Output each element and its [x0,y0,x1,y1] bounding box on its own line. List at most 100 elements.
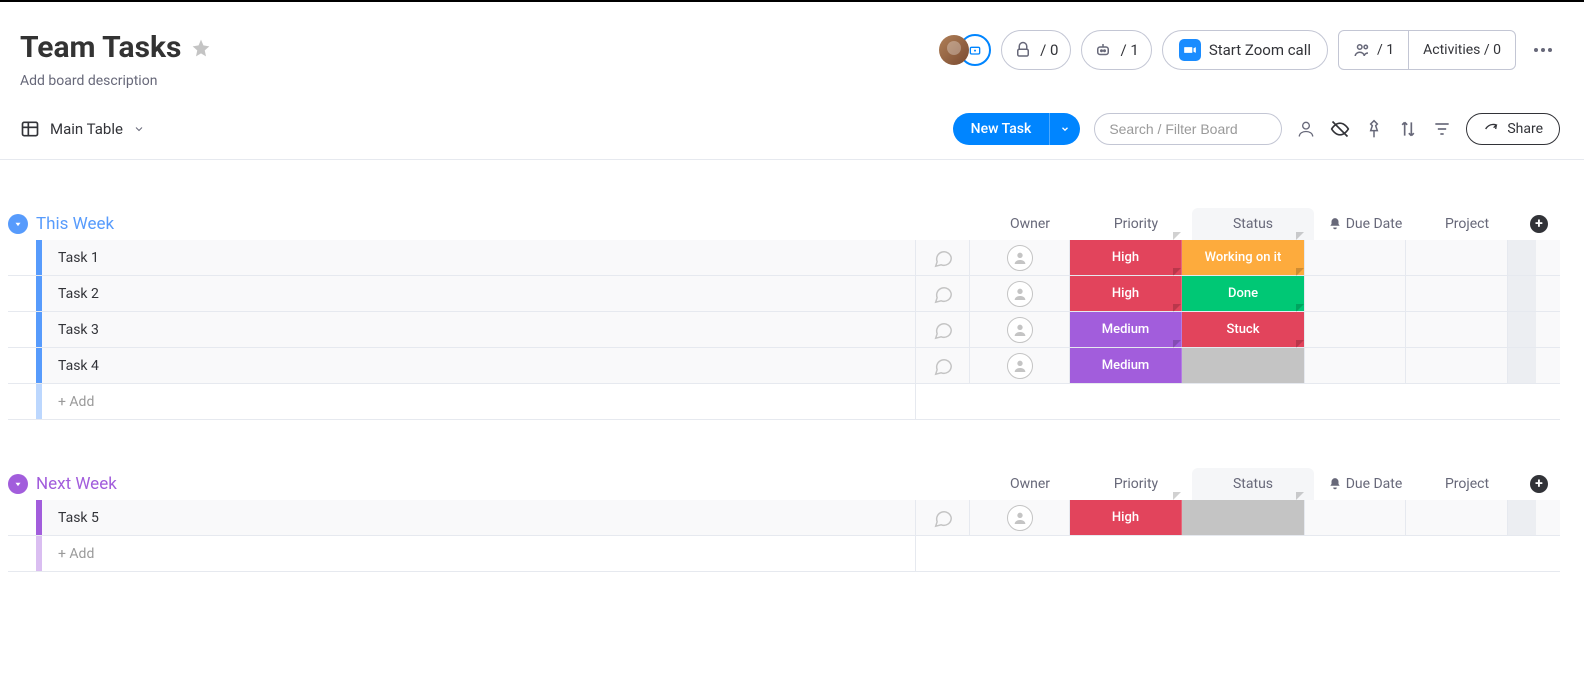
group-color-stripe [36,536,42,571]
priority-cell[interactable]: High [1070,240,1182,275]
due-date-cell[interactable] [1304,312,1406,347]
search-input[interactable] [1094,113,1282,145]
column-header-owner[interactable]: Owner [980,476,1080,492]
group-header: This Week OwnerPriorityStatusDue DateProj… [8,208,1560,240]
task-conversation-icon[interactable] [916,240,970,275]
status-cell[interactable]: Done [1182,276,1304,311]
new-task-dropdown[interactable] [1049,113,1080,145]
share-button[interactable]: Share [1466,113,1560,145]
automations-button[interactable]: / 1 [1081,30,1151,70]
task-conversation-icon[interactable] [916,312,970,347]
empty-avatar-icon [1007,281,1033,307]
priority-cell[interactable]: High [1070,276,1182,311]
due-date-cell[interactable] [1304,500,1406,535]
group-this_week: This Week OwnerPriorityStatusDue DateProj… [8,208,1560,420]
table-row: Task 4 Medium [8,348,1560,384]
column-header-due-date[interactable]: Due Date [1314,476,1416,492]
status-cell[interactable]: Working on it [1182,240,1304,275]
due-date-cell[interactable] [1304,276,1406,311]
column-headers: OwnerPriorityStatusDue DateProject+ [980,208,1560,240]
table-row: Task 1 HighWorking on it [8,240,1560,276]
person-filter-icon[interactable] [1296,119,1316,139]
column-header-priority[interactable]: Priority [1080,476,1192,492]
column-header-priority[interactable]: Priority [1080,216,1192,232]
task-conversation-icon[interactable] [916,500,970,535]
favorite-star-icon[interactable] [191,38,211,58]
priority-cell[interactable]: Medium [1070,312,1182,347]
chevron-down-icon [133,123,145,135]
pin-icon[interactable] [1364,119,1384,139]
row-tail [1508,276,1536,311]
row-tail [1508,312,1536,347]
task-name-cell[interactable]: Task 3 [42,312,916,347]
status-cell[interactable] [1182,348,1304,383]
add-column-button[interactable]: + [1518,215,1560,233]
share-icon [1483,121,1499,137]
column-header-owner[interactable]: Owner [980,216,1080,232]
column-header-due-date[interactable]: Due Date [1314,216,1416,232]
owner-cell[interactable] [970,312,1070,347]
add-task-row[interactable]: + Add [8,536,1560,572]
project-cell[interactable] [1406,312,1508,347]
status-cell[interactable] [1182,500,1304,535]
board-title[interactable]: Team Tasks [20,30,181,65]
integrations-count: / 0 [1040,41,1058,59]
integrations-button[interactable]: / 0 [1001,30,1071,70]
new-task-button[interactable]: New Task [953,113,1081,145]
row-tail [1508,500,1536,535]
table-icon [20,119,40,139]
task-name-cell[interactable]: Task 1 [42,240,916,275]
sort-icon[interactable] [1398,119,1418,139]
new-task-main[interactable]: New Task [953,113,1050,145]
activities-button[interactable]: Activities / 0 [1409,31,1515,69]
view-switcher[interactable]: Main Table [20,119,145,139]
owner-cell[interactable] [970,348,1070,383]
group-next_week: Next Week OwnerPriorityStatusDue DateProj… [8,468,1560,572]
board-toolbar: Main Table New Task Share [0,89,1584,160]
group-collapse-toggle[interactable] [8,474,28,494]
project-cell[interactable] [1406,276,1508,311]
board-owner-avatar[interactable] [939,34,991,66]
board-header: Team Tasks Add board description / 0 / 1 [0,2,1584,89]
project-cell[interactable] [1406,348,1508,383]
add-column-button[interactable]: + [1518,475,1560,493]
column-headers: OwnerPriorityStatusDue DateProject+ [980,468,1560,500]
task-name-cell[interactable]: Task 2 [42,276,916,311]
priority-cell[interactable]: High [1070,500,1182,535]
task-conversation-icon[interactable] [916,348,970,383]
due-date-cell[interactable] [1304,348,1406,383]
add-task-row[interactable]: + Add [8,384,1560,420]
hide-columns-icon[interactable] [1330,119,1350,139]
owner-cell[interactable] [970,240,1070,275]
task-name-cell[interactable]: Task 4 [42,348,916,383]
group-collapse-toggle[interactable] [8,214,28,234]
add-task-label[interactable]: + Add [42,536,916,571]
zoom-call-button[interactable]: Start Zoom call [1162,30,1328,70]
priority-cell[interactable]: Medium [1070,348,1182,383]
add-task-label[interactable]: + Add [42,384,916,419]
zoom-label: Start Zoom call [1209,41,1311,59]
project-cell[interactable] [1406,500,1508,535]
row-tail [1508,348,1536,383]
automations-count: / 1 [1120,41,1138,59]
members-button[interactable]: / 1 [1339,31,1409,69]
task-conversation-icon[interactable] [916,276,970,311]
task-name-cell[interactable]: Task 5 [42,500,916,535]
board-more-menu[interactable] [1526,48,1560,52]
status-cell[interactable]: Stuck [1182,312,1304,347]
column-header-project[interactable]: Project [1416,476,1518,492]
project-cell[interactable] [1406,240,1508,275]
board-description[interactable]: Add board description [20,73,211,89]
members-activities: / 1 Activities / 0 [1338,30,1516,70]
empty-avatar-icon [1007,353,1033,379]
empty-avatar-icon [1007,317,1033,343]
column-header-project[interactable]: Project [1416,216,1518,232]
group-title[interactable]: This Week [36,214,114,234]
owner-cell[interactable] [970,500,1070,535]
view-label: Main Table [50,120,123,138]
owner-cell[interactable] [970,276,1070,311]
group-title[interactable]: Next Week [36,474,117,494]
empty-avatar-icon [1007,245,1033,271]
due-date-cell[interactable] [1304,240,1406,275]
filter-icon[interactable] [1432,119,1452,139]
